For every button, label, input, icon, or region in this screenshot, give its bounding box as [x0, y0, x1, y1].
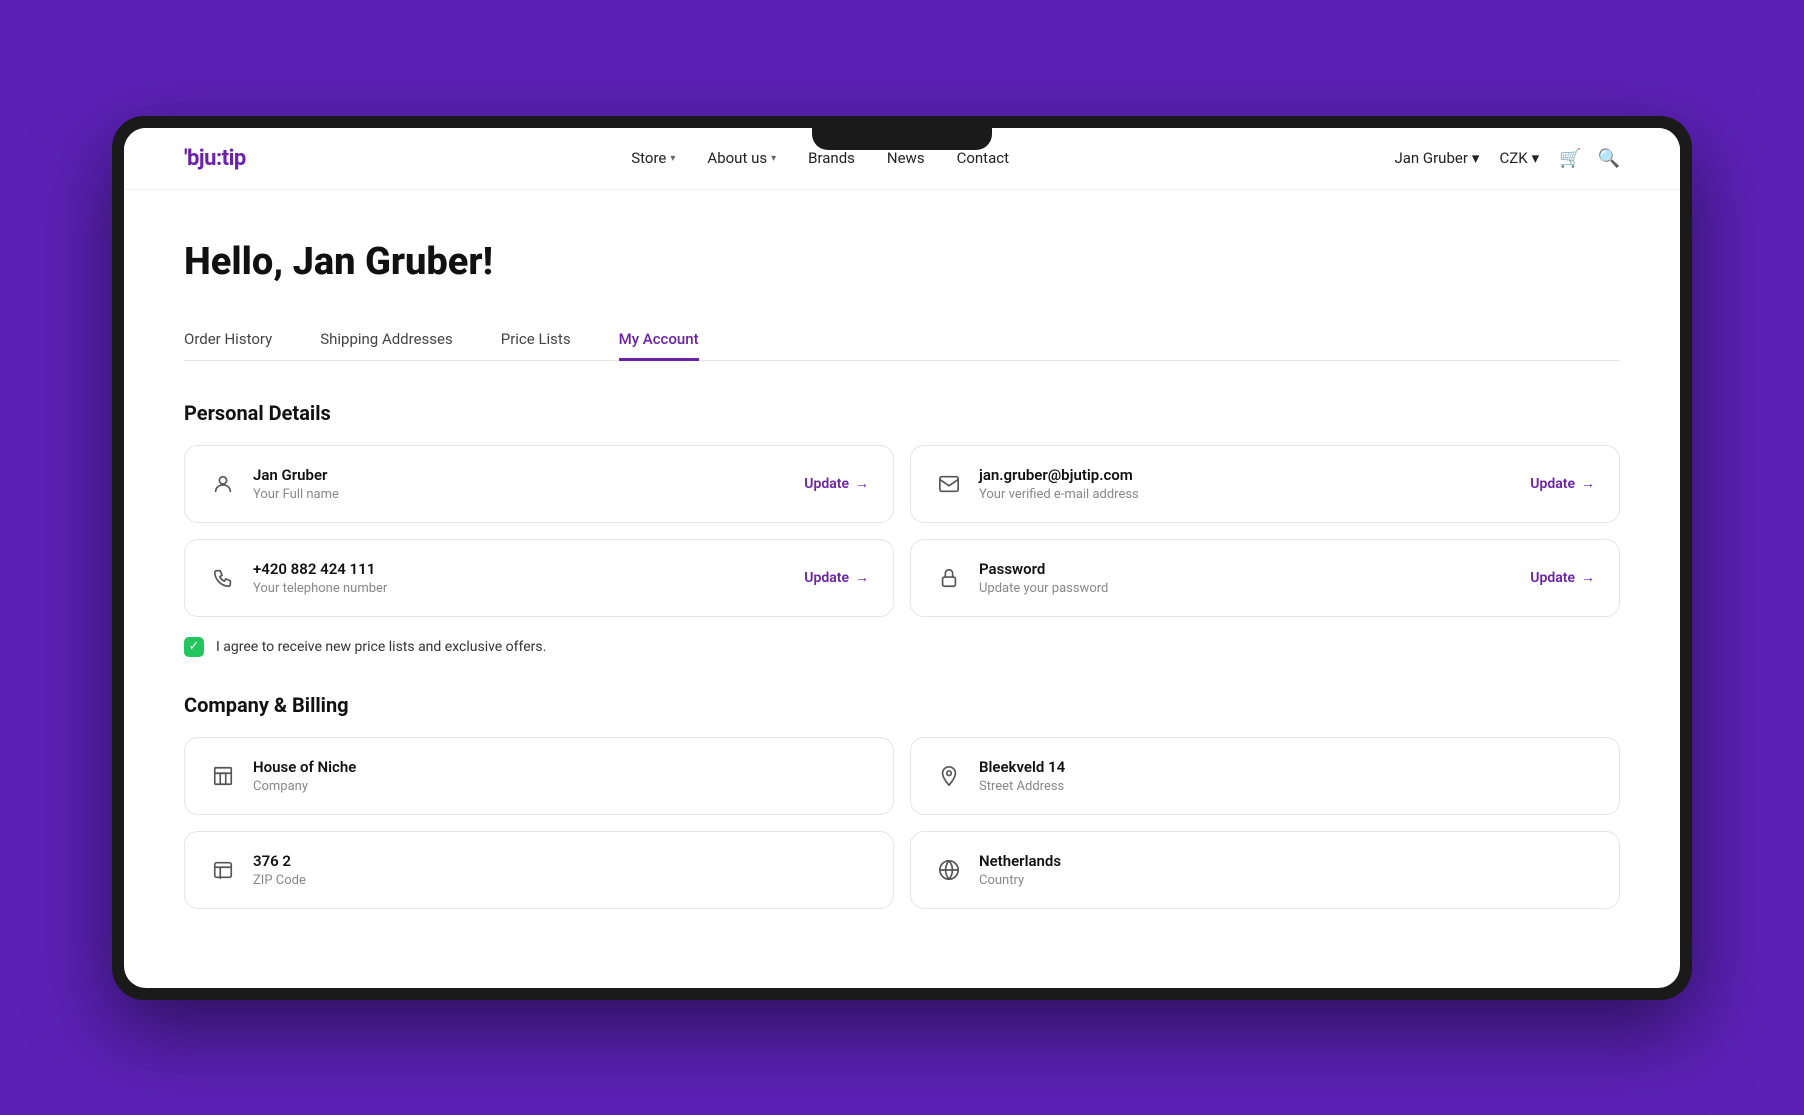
personal-details-title: Personal Details	[184, 401, 1620, 425]
lock-icon	[935, 567, 963, 589]
street-address-card: Bleekveld 14 Street Address	[910, 737, 1620, 815]
logo[interactable]: 'bju:tip	[184, 146, 246, 171]
nav-right: Jan Gruber ▾ CZK ▾ 🛒 🔍	[1394, 148, 1620, 169]
email-card-left: jan.gruber@bjutip.com Your verified e-ma…	[935, 466, 1139, 502]
nav-news[interactable]: News	[887, 149, 925, 167]
location-pin-icon	[935, 765, 963, 787]
company-name-label: Company	[253, 779, 356, 794]
country-text: Netherlands Country	[979, 852, 1061, 888]
zip-code-label: ZIP Code	[253, 873, 306, 888]
zip-code-text: 376 2 ZIP Code	[253, 852, 306, 888]
fullname-update-arrow: →	[855, 475, 869, 492]
tabs: Order History Shipping Addresses Price L…	[184, 320, 1620, 361]
company-billing-title: Company & Billing	[184, 693, 1620, 717]
newsletter-checkbox[interactable]: ✓	[184, 637, 204, 657]
about-chevron: ▾	[771, 153, 776, 164]
password-card-left: Password Update your password	[935, 560, 1108, 596]
device-frame: 'bju:tip Store ▾ About us ▾ Brands News …	[112, 116, 1692, 1000]
newsletter-label: I agree to receive new price lists and e…	[216, 639, 546, 655]
email-value: jan.gruber@bjutip.com	[979, 466, 1139, 484]
currency-chevron: ▾	[1532, 149, 1540, 167]
newsletter-checkbox-row: ✓ I agree to receive new price lists and…	[184, 637, 1620, 657]
phone-update-button[interactable]: Update →	[804, 569, 869, 586]
search-icon[interactable]: 🔍	[1598, 148, 1620, 169]
country-label: Country	[979, 873, 1061, 888]
password-update-button[interactable]: Update →	[1530, 569, 1595, 586]
password-card: Password Update your password Update →	[910, 539, 1620, 617]
main-content: Hello, Jan Gruber! Order History Shippin…	[124, 190, 1680, 969]
tab-my-account[interactable]: My Account	[619, 320, 699, 361]
nav-links: Store ▾ About us ▾ Brands News Contact	[631, 149, 1009, 167]
checkmark-icon: ✓	[189, 640, 200, 653]
building-icon	[209, 765, 237, 787]
fullname-value: Jan Gruber	[253, 466, 339, 484]
globe-icon	[935, 859, 963, 881]
street-address-label: Street Address	[979, 779, 1065, 794]
fullname-update-button[interactable]: Update →	[804, 475, 869, 492]
personal-details-grid: Jan Gruber Your Full name Update →	[184, 445, 1620, 617]
email-icon	[935, 473, 963, 495]
nav-brands[interactable]: Brands	[808, 149, 855, 167]
nav-about[interactable]: About us ▾	[707, 149, 776, 167]
tab-shipping-addresses[interactable]: Shipping Addresses	[320, 320, 453, 361]
street-address-text: Bleekveld 14 Street Address	[979, 758, 1065, 794]
fullname-text: Jan Gruber Your Full name	[253, 466, 339, 502]
nav-user[interactable]: Jan Gruber ▾	[1394, 149, 1479, 167]
password-value: Password	[979, 560, 1108, 578]
company-name-card: House of Niche Company	[184, 737, 894, 815]
password-update-arrow: →	[1581, 569, 1595, 586]
phone-update-arrow: →	[855, 569, 869, 586]
country-card: Netherlands Country	[910, 831, 1620, 909]
phone-label: Your telephone number	[253, 581, 387, 596]
street-address-value: Bleekveld 14	[979, 758, 1065, 776]
tab-price-lists[interactable]: Price Lists	[501, 320, 571, 361]
store-chevron: ▾	[670, 153, 675, 164]
fullname-card: Jan Gruber Your Full name Update →	[184, 445, 894, 523]
company-name-value: House of Niche	[253, 758, 356, 776]
device-notch	[812, 128, 992, 150]
device-screen: 'bju:tip Store ▾ About us ▾ Brands News …	[124, 128, 1680, 988]
phone-icon	[209, 567, 237, 589]
country-value: Netherlands	[979, 852, 1061, 870]
nav-currency[interactable]: CZK ▾	[1499, 149, 1539, 167]
company-billing-grid: House of Niche Company Bleekveld 14 Stre…	[184, 737, 1620, 909]
zip-code-value: 376 2	[253, 852, 306, 870]
company-name-text: House of Niche Company	[253, 758, 356, 794]
cart-icon[interactable]: 🛒	[1559, 148, 1581, 169]
nav-username: Jan Gruber	[1394, 149, 1467, 167]
phone-card-left: +420 882 424 111 Your telephone number	[209, 560, 387, 596]
fullname-label: Your Full name	[253, 487, 339, 502]
nav-contact[interactable]: Contact	[957, 149, 1009, 167]
email-label: Your verified e-mail address	[979, 487, 1139, 502]
zip-code-card: 376 2 ZIP Code	[184, 831, 894, 909]
email-text: jan.gruber@bjutip.com Your verified e-ma…	[979, 466, 1139, 502]
fullname-card-left: Jan Gruber Your Full name	[209, 466, 339, 502]
phone-text: +420 882 424 111 Your telephone number	[253, 560, 387, 596]
email-update-arrow: →	[1581, 475, 1595, 492]
nav-store[interactable]: Store ▾	[631, 149, 675, 167]
currency-label: CZK	[1499, 149, 1527, 167]
tab-order-history[interactable]: Order History	[184, 320, 272, 361]
password-text: Password Update your password	[979, 560, 1108, 596]
person-icon	[209, 473, 237, 495]
phone-card: +420 882 424 111 Your telephone number U…	[184, 539, 894, 617]
page-title: Hello, Jan Gruber!	[184, 240, 1620, 284]
phone-value: +420 882 424 111	[253, 560, 387, 578]
email-update-button[interactable]: Update →	[1530, 475, 1595, 492]
nav-user-chevron: ▾	[1472, 149, 1480, 167]
email-card: jan.gruber@bjutip.com Your verified e-ma…	[910, 445, 1620, 523]
zipcode-icon	[209, 859, 237, 881]
nav-icons: 🛒 🔍	[1559, 148, 1620, 169]
password-label: Update your password	[979, 581, 1108, 596]
